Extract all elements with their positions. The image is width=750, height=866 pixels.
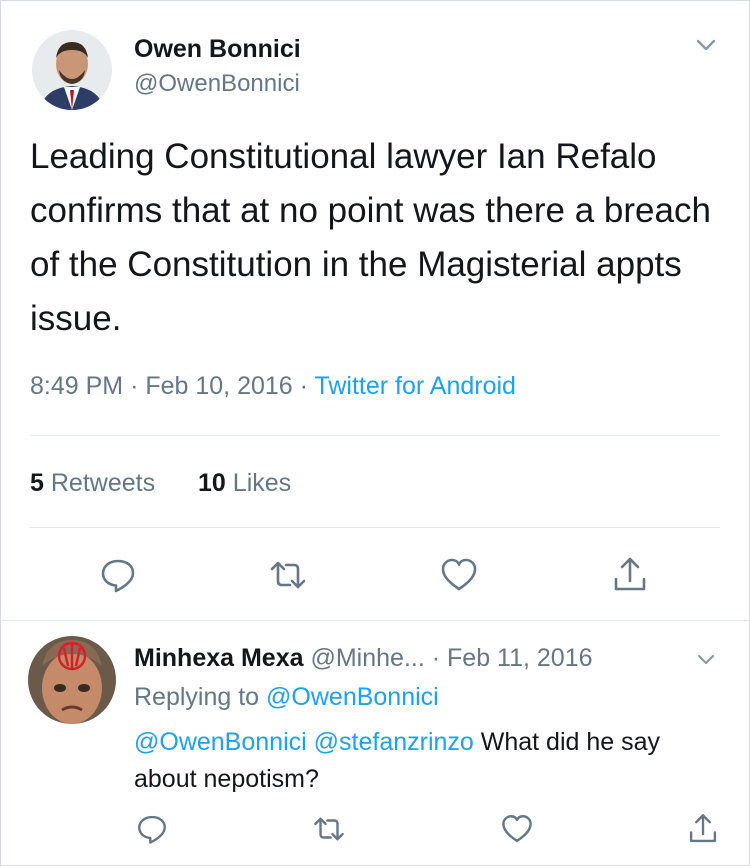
mention-link[interactable]: @OwenBonnici [134, 728, 307, 756]
author-handle[interactable]: @OwenBonnici [134, 70, 300, 98]
tweet-time: 8:49 PM [30, 372, 124, 400]
reply-date: Feb 11, 2016 [447, 644, 593, 672]
reply-author-avatar[interactable] [28, 636, 116, 724]
retweets-stat[interactable]: 5 Retweets [30, 469, 155, 498]
tweet-stats: 5 Retweets 10 Likes [30, 469, 327, 498]
retweets-count: 5 [30, 469, 44, 497]
heart-icon[interactable] [439, 555, 479, 595]
divider [30, 527, 720, 528]
reply-icon[interactable] [98, 555, 138, 595]
reply-icon[interactable] [135, 812, 169, 846]
share-icon[interactable] [686, 812, 720, 846]
divider [30, 435, 720, 436]
author-name[interactable]: Owen Bonnici [134, 35, 301, 64]
tweet-text: Leading Constitutional lawyer Ian Refalo… [30, 137, 711, 338]
tweet-date: Feb 10, 2016 [145, 372, 293, 400]
retweet-icon[interactable] [312, 812, 346, 846]
author-avatar[interactable] [32, 30, 112, 110]
divider [0, 620, 750, 621]
tweet-source[interactable]: Twitter for Android [314, 372, 515, 400]
likes-stat[interactable]: 10 Likes [198, 469, 291, 498]
replying-to: Replying to @OwenBonnici [134, 683, 439, 712]
chevron-down-icon[interactable] [692, 645, 720, 673]
meta-separator: · [431, 644, 448, 672]
retweets-label: Retweets [50, 469, 156, 497]
share-icon[interactable] [610, 555, 650, 595]
replying-to-link[interactable]: @OwenBonnici [266, 683, 439, 711]
tweet-meta: 8:49 PM · Feb 10, 2016 · Twitter for And… [30, 372, 516, 401]
meta-separator: · [299, 372, 315, 400]
meta-separator: · [130, 372, 146, 400]
reply-author-name[interactable]: Minhexa Mexa [134, 644, 304, 672]
retweet-icon[interactable] [268, 555, 308, 595]
likes-label: Likes [232, 469, 292, 497]
likes-count: 10 [198, 469, 226, 497]
replying-label: Replying to [134, 683, 260, 711]
mention-link[interactable]: @stefanzrinzo [314, 728, 474, 756]
heart-icon[interactable] [500, 812, 534, 846]
reply-text: @OwenBonnici @stefanzrinzo What did he s… [134, 724, 714, 798]
reply-author-handle[interactable]: @Minhe... [310, 644, 424, 672]
chevron-down-icon[interactable] [692, 31, 720, 59]
reply-header: Minhexa Mexa @Minhe... · Feb 11, 2016 [134, 644, 593, 673]
